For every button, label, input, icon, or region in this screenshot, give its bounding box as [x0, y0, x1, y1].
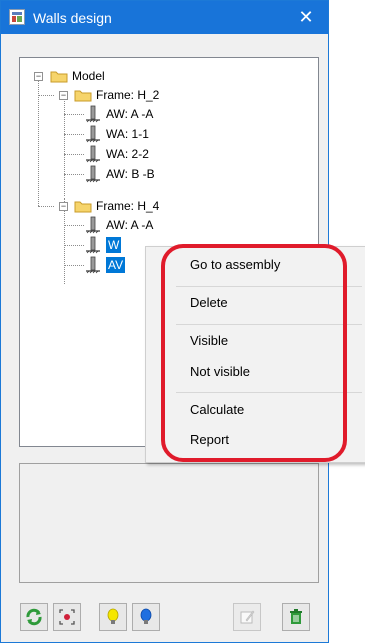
title-bar[interactable]: Walls design ✕ [1, 1, 328, 34]
menu-separator [176, 392, 362, 393]
refresh-icon [26, 608, 42, 626]
folder-icon [50, 71, 68, 83]
tree-node-frame[interactable]: − Frame: H_2 [54, 87, 234, 103]
tree-node-label: WA: 1-1 [106, 127, 149, 141]
refresh-button[interactable] [20, 603, 48, 631]
tree-node-wall[interactable]: AW: A -A [82, 216, 202, 234]
tree-node-label: AW: A -A [106, 107, 154, 121]
menu-item-not-visible[interactable]: Not visible [190, 361, 250, 383]
tree-node-label: Model [72, 69, 105, 83]
edit-icon [240, 610, 255, 624]
tree-node-label: AV [106, 257, 126, 273]
wall-element-icon [86, 145, 100, 163]
tree-node-label: Frame: H_2 [96, 88, 160, 102]
tree-node-wall[interactable]: WA: 2-2 [82, 145, 202, 163]
folder-icon [74, 201, 92, 213]
tree-node-wall[interactable]: AW: A -A [82, 105, 202, 123]
wall-element-icon [86, 236, 100, 254]
trash-icon [290, 609, 302, 624]
menu-separator [176, 324, 362, 325]
app-icon [9, 9, 25, 25]
tree-node-wall[interactable]: AW: B -B [82, 165, 202, 183]
collapse-toggle[interactable]: − [59, 202, 68, 211]
properties-panel [19, 463, 319, 583]
hide-button[interactable] [132, 603, 160, 631]
tree-node-frame[interactable]: − Frame: H_4 [54, 198, 234, 214]
menu-item-go-to-assembly[interactable]: Go to assembly [190, 254, 280, 276]
collapse-toggle[interactable]: − [59, 91, 68, 100]
yellow-bulb-icon [107, 608, 119, 624]
focus-button[interactable] [53, 603, 81, 631]
show-button[interactable] [99, 603, 127, 631]
menu-item-visible[interactable]: Visible [190, 330, 228, 352]
tree-node-wall[interactable]: WA: 1-1 [82, 125, 202, 143]
menu-separator [176, 286, 362, 287]
tree-node-label: Frame: H_4 [96, 199, 160, 213]
blue-bulb-icon [140, 608, 152, 624]
context-menu: Go to assembly Delete Visible Not visibl… [145, 246, 365, 463]
menu-item-report[interactable]: Report [190, 429, 229, 451]
window-title: Walls design [33, 10, 112, 26]
menu-item-calculate[interactable]: Calculate [190, 399, 244, 421]
wall-element-icon [86, 216, 100, 234]
close-button[interactable]: ✕ [284, 1, 328, 34]
collapse-toggle[interactable]: − [34, 72, 43, 81]
wall-element-icon [86, 105, 100, 123]
tree-node-label: WA: 2-2 [106, 147, 149, 161]
tree-node-label: W [106, 237, 122, 253]
wall-element-icon [86, 125, 100, 143]
delete-button[interactable] [282, 603, 310, 631]
tree-node-model[interactable]: − Model [28, 68, 148, 84]
menu-item-delete[interactable]: Delete [190, 292, 228, 314]
folder-icon [74, 90, 92, 102]
tree-node-label: AW: A -A [106, 218, 154, 232]
focus-target-icon [59, 609, 75, 625]
tree-node-label: AW: B -B [106, 167, 155, 181]
wall-element-icon [86, 256, 100, 274]
wall-element-icon [86, 165, 100, 183]
edit-button[interactable] [233, 603, 261, 631]
